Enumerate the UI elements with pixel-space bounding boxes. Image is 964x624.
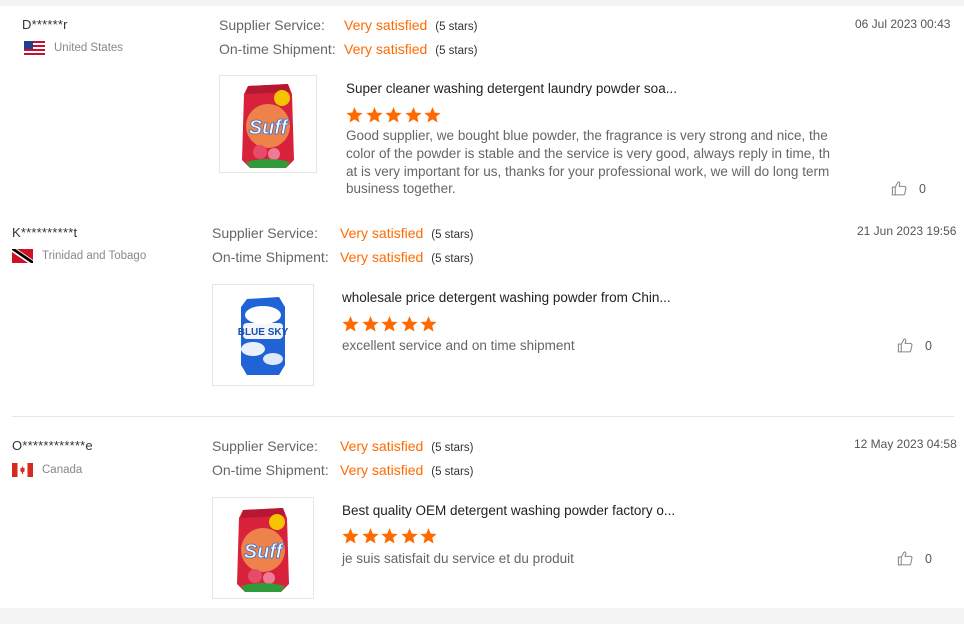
- review-stars: [345, 106, 443, 124]
- review-comment: excellent service and on time shipment: [342, 338, 575, 353]
- reviewer-country: United States: [24, 41, 123, 55]
- country-name: Trinidad and Tobago: [42, 250, 147, 262]
- shipment-stars: (5 stars): [431, 253, 474, 265]
- supplier-service-stars: (5 stars): [431, 442, 474, 454]
- supplier-service-rating: Supplier Service: Very satisfied (5 star…: [212, 438, 473, 454]
- like-count: 0: [925, 338, 932, 353]
- supplier-service-value: Very satisfied: [344, 17, 428, 33]
- star-icon: [400, 528, 418, 544]
- product-title-link[interactable]: wholesale price detergent washing powder…: [342, 290, 671, 305]
- us-flag-icon: [24, 41, 45, 55]
- supplier-service-label: Supplier Service:: [219, 17, 325, 33]
- like-count: 0: [919, 181, 926, 196]
- canada-flag-icon: [12, 463, 33, 477]
- product-brand-text: Suff: [244, 541, 285, 563]
- supplier-service-label: Supplier Service:: [212, 438, 318, 454]
- star-icon: [361, 316, 379, 332]
- suff-detergent-pack-icon: Suff: [237, 508, 289, 592]
- product-thumbnail[interactable]: Suff: [219, 75, 317, 173]
- review-date: 12 May 2023 04:58: [854, 437, 957, 451]
- star-icon: [420, 316, 437, 332]
- product-thumbnail[interactable]: Suff: [212, 497, 314, 599]
- reviews-panel: D******r United States Supplier Service:…: [0, 6, 964, 608]
- thumbs-up-icon: [897, 338, 913, 353]
- star-icon: [420, 528, 437, 544]
- review-stars: [341, 527, 439, 545]
- shipment-value: Very satisfied: [340, 249, 424, 265]
- thumbs-up-icon: [891, 181, 907, 196]
- product-title-link[interactable]: Best quality OEM detergent washing powde…: [342, 503, 675, 518]
- shipment-stars: (5 stars): [431, 466, 474, 478]
- star-icon: [346, 107, 363, 123]
- product-thumbnail[interactable]: BLUE SKY: [212, 284, 314, 386]
- shipment-rating: On-time Shipment: Very satisfied (5 star…: [219, 41, 477, 57]
- product-brand-text: Suff: [249, 117, 290, 139]
- star-icon: [342, 316, 359, 332]
- review-date: 21 Jun 2023 19:56: [857, 224, 957, 238]
- star-icon: [404, 107, 422, 123]
- blue-sky-detergent-pack-icon: BLUE SKY: [238, 297, 289, 375]
- reviewer-name: O************e: [12, 438, 93, 453]
- review-comment: Good supplier, we bought blue powder, th…: [346, 128, 830, 197]
- supplier-service-rating: Supplier Service: Very satisfied (5 star…: [219, 17, 477, 33]
- product-title-link[interactable]: Super cleaner washing detergent laundry …: [346, 81, 677, 96]
- shipment-stars: (5 stars): [435, 45, 478, 57]
- star-icon: [385, 107, 402, 123]
- shipment-value: Very satisfied: [340, 462, 424, 478]
- star-icon: [400, 316, 418, 332]
- review-stars: [341, 315, 439, 333]
- shipment-label: On-time Shipment:: [212, 249, 329, 265]
- country-name: Canada: [42, 464, 83, 476]
- star-icon: [381, 316, 398, 332]
- shipment-value: Very satisfied: [344, 41, 428, 57]
- suff-detergent-pack-icon: Suff: [242, 84, 294, 168]
- review-comment: je suis satisfait du service et du produ…: [342, 551, 574, 566]
- like-count: 0: [925, 551, 932, 566]
- review-date: 06 Jul 2023 00:43: [855, 17, 951, 31]
- shipment-rating: On-time Shipment: Very satisfied (5 star…: [212, 462, 473, 478]
- thumbs-up-icon: [897, 551, 913, 566]
- shipment-label: On-time Shipment:: [219, 41, 336, 57]
- reviewer-country: Trinidad and Tobago: [12, 249, 146, 263]
- like-button[interactable]: 0: [891, 180, 926, 197]
- like-button[interactable]: 0: [897, 550, 932, 567]
- star-icon: [361, 528, 379, 544]
- supplier-service-stars: (5 stars): [431, 229, 474, 241]
- supplier-service-stars: (5 stars): [435, 21, 478, 33]
- shipment-label: On-time Shipment:: [212, 462, 329, 478]
- product-brand-text: BLUE SKY: [238, 327, 289, 338]
- supplier-service-rating: Supplier Service: Very satisfied (5 star…: [212, 225, 473, 241]
- star-icon: [424, 107, 441, 123]
- reviewer-name: D******r: [22, 17, 68, 32]
- star-icon: [365, 107, 383, 123]
- like-button[interactable]: 0: [897, 337, 932, 354]
- trinidad-flag-icon: [12, 249, 33, 263]
- reviewer-name: K**********t: [12, 225, 78, 240]
- star-icon: [342, 528, 359, 544]
- star-icon: [381, 528, 398, 544]
- shipment-rating: On-time Shipment: Very satisfied (5 star…: [212, 249, 473, 265]
- country-name: United States: [54, 42, 124, 54]
- reviewer-country: Canada: [12, 463, 82, 477]
- supplier-service-value: Very satisfied: [340, 225, 424, 241]
- supplier-service-value: Very satisfied: [340, 438, 424, 454]
- review-divider: [12, 416, 954, 417]
- supplier-service-label: Supplier Service:: [212, 225, 318, 241]
